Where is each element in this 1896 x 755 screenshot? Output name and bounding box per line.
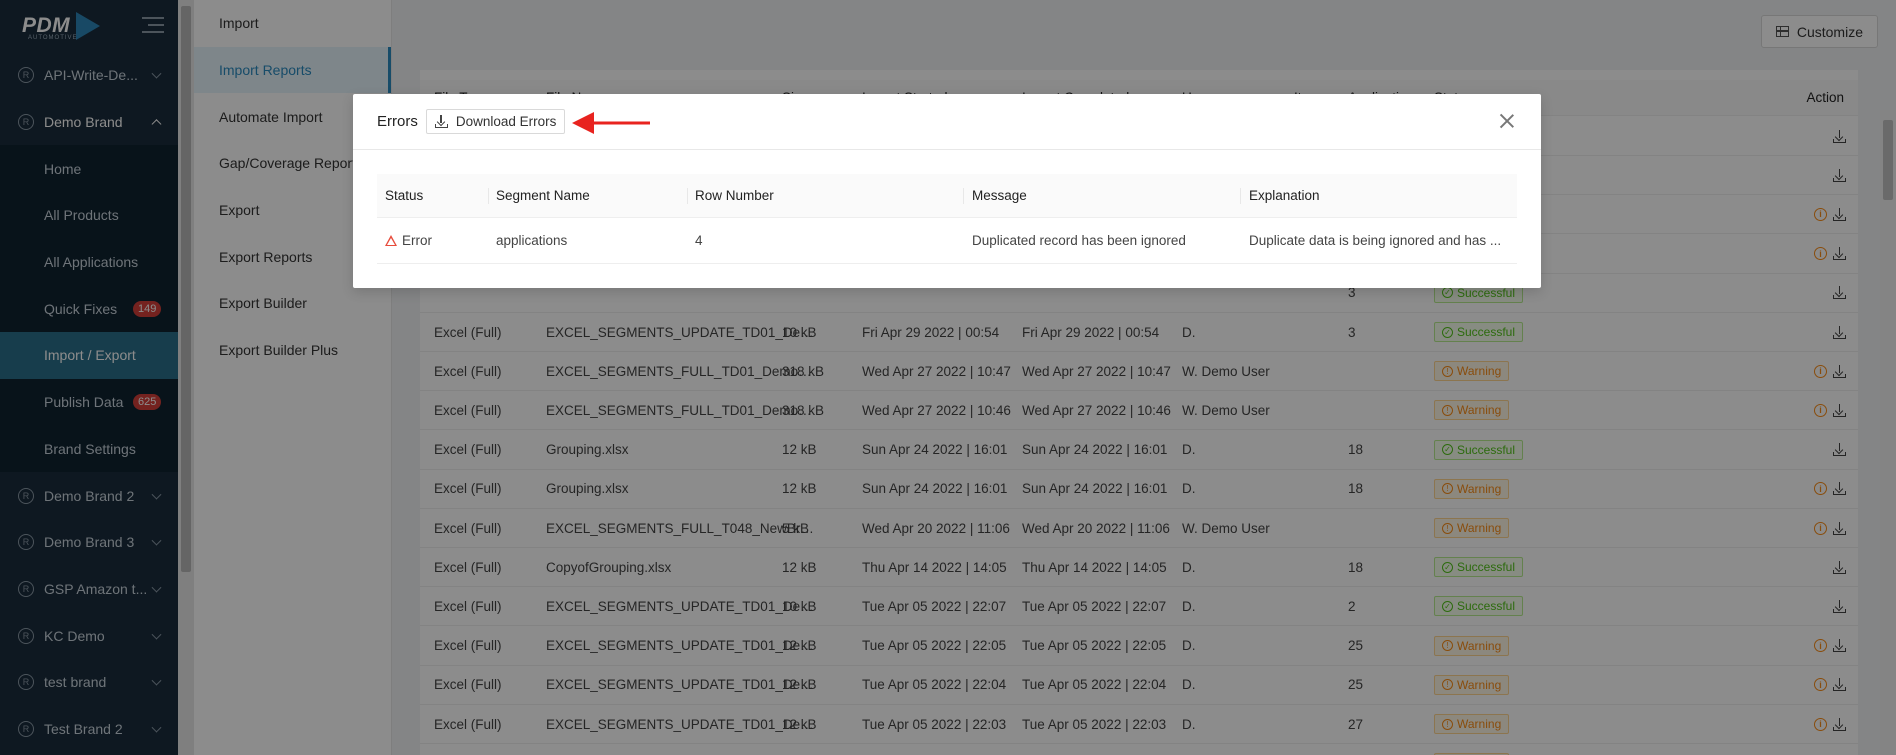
errors-header-row-number: Row Number [695,188,774,203]
column-separator [963,188,964,204]
errors-table-header: Status Segment Name Row Number Message E… [377,174,1517,218]
error-row-number: 4 [695,233,703,248]
error-explanation: Duplicate data is being ignored and has … [1249,233,1502,248]
column-separator [488,188,489,204]
errors-modal: Errors Download Errors Status Segment Na… [353,94,1541,288]
errors-header-segment-name: Segment Name [496,188,590,203]
errors-header-explanation: Explanation [1249,188,1320,203]
errors-table: Status Segment Name Row Number Message E… [377,174,1517,264]
modal-title: Errors [377,113,418,130]
close-icon[interactable] [1499,113,1515,129]
modal-header: Errors Download Errors [353,94,1541,150]
errors-header-status: Status [385,188,424,203]
error-status-text: Error [402,233,432,248]
error-triangle-icon [385,235,397,246]
download-errors-label: Download Errors [455,114,557,129]
download-errors-button[interactable]: Download Errors [425,109,566,134]
error-message: Duplicated record has been ignored [972,233,1186,248]
column-separator [1240,188,1241,204]
red-arrow-annotation [572,112,650,134]
column-separator [687,188,688,204]
errors-table-row: Error applications 4 Duplicated record h… [377,218,1517,264]
error-segment-name: applications [496,233,568,248]
error-status-cell: Error [385,233,485,248]
download-icon [434,115,448,128]
errors-header-message: Message [972,188,1027,203]
